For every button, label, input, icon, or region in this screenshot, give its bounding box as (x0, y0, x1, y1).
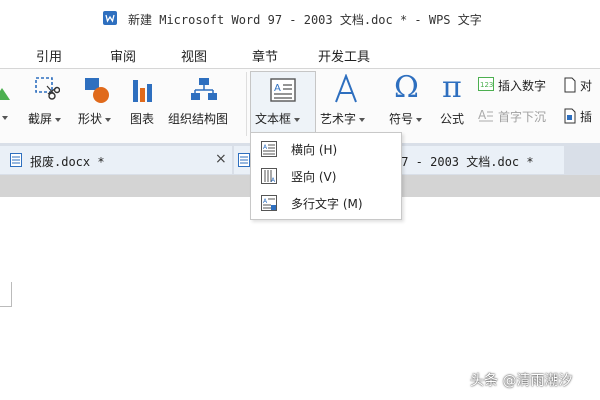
cutoff-right-button-top[interactable]: 对 (564, 75, 600, 95)
menu-item-multiline-label: 多行文字 (M) (291, 197, 363, 211)
menu-item-horizontal[interactable]: A 横向 (H) (251, 136, 401, 162)
menu-view[interactable]: 视图 (181, 46, 207, 65)
tab-document-1-label: 报废.docx * (30, 155, 105, 169)
chevron-down-icon (105, 117, 112, 122)
insert-number-label: 插入数字 (498, 79, 547, 93)
formula-button[interactable]: π 公式 (436, 70, 472, 132)
pi-icon: π (442, 70, 462, 105)
multiline-textbox-icon: A (261, 195, 277, 211)
page-margin-marker (0, 282, 12, 307)
svg-text:A: A (274, 83, 281, 94)
screenshot-scissors-icon (35, 77, 60, 100)
shapes-icon (85, 78, 109, 103)
menu-item-multiline[interactable]: A 多行文字 (M) (251, 190, 401, 216)
cutoff-label-bottom: 插 (580, 110, 593, 124)
svg-text:123: 123 (480, 81, 493, 89)
watermark-text: 头条 @清雨潮汐 (470, 373, 573, 389)
wps-writer-icon (103, 11, 117, 25)
org-chart-button[interactable]: 组织结构图 (166, 72, 242, 132)
doc-file-icon (238, 153, 250, 167)
textbox-button[interactable]: A 文本框 (250, 71, 316, 137)
symbol-label: 符号 (389, 112, 414, 126)
chevron-down-icon (359, 117, 366, 122)
wordart-a-icon (335, 74, 357, 103)
svg-text:A: A (478, 108, 487, 122)
number-icon: 123 (478, 77, 494, 91)
insert-number-button[interactable]: 123 插入数字 (476, 75, 560, 95)
menu-item-vertical-label: 竖向 (V) (291, 170, 337, 184)
chart-label: 图表 (130, 112, 155, 126)
menu-developer[interactable]: 开发工具 (318, 46, 370, 65)
tab-document-1[interactable]: 报废.docx * × (0, 146, 232, 174)
horizontal-textbox-icon: A (261, 141, 277, 157)
doc-file-icon (10, 153, 22, 167)
dropcap-icon: A (478, 108, 493, 122)
org-chart-label: 组织结构图 (168, 112, 229, 126)
screenshot-label: 截屏 (28, 112, 53, 126)
menu-bar: 引用 审阅 视图 章节 开发工具 (0, 40, 600, 69)
cutoff-label-top: 对 (580, 79, 593, 93)
menu-item-horizontal-label: 横向 (H) (291, 143, 338, 157)
omega-icon: Ω (394, 70, 419, 105)
chart-button[interactable]: 图表 (126, 72, 162, 132)
textbox-dropdown-menu: A 横向 (H) A 竖向 (V) A 多行文字 (M) (250, 132, 402, 220)
chevron-down-icon (416, 117, 423, 122)
textbox-icon: A (270, 78, 296, 102)
dropcap-button[interactable]: A 首字下沉 (476, 106, 560, 126)
wordart-button[interactable]: 艺术字 (318, 72, 374, 132)
shape-button[interactable]: 形状 (75, 72, 123, 132)
cutoff-right-button-bottom[interactable]: 插 (564, 106, 600, 126)
dropcap-label: 首字下沉 (498, 110, 547, 124)
document-icon (564, 77, 576, 93)
ribbon-separator (246, 72, 247, 136)
insert-object-icon (564, 108, 576, 124)
chevron-down-icon (294, 117, 301, 122)
menu-chapter[interactable]: 章节 (252, 46, 278, 65)
formula-label: 公式 (440, 112, 465, 126)
menu-review[interactable]: 审阅 (110, 46, 136, 65)
chevron-down-icon (55, 117, 62, 122)
screenshot-button[interactable]: 截屏 (26, 72, 70, 132)
picture-icon (0, 88, 10, 100)
shape-label: 形状 (78, 112, 103, 126)
menu-item-vertical[interactable]: A 竖向 (V) (251, 163, 401, 189)
window-title: 新建 Microsoft Word 97 - 2003 文档.doc * - W… (128, 13, 482, 27)
close-icon[interactable]: × (215, 151, 227, 167)
vertical-textbox-icon: A (261, 168, 277, 184)
wordart-label: 艺术字 (320, 112, 357, 126)
bar-chart-icon (133, 80, 152, 102)
title-bar: 新建 Microsoft Word 97 - 2003 文档.doc * - W… (0, 0, 600, 40)
tab-document-2-label: 97 - 2003 文档.doc * (394, 155, 534, 169)
cutoff-button[interactable] (0, 72, 22, 132)
menu-references[interactable]: 引用 (36, 46, 62, 65)
symbol-button[interactable]: Ω 符号 (386, 70, 430, 132)
textbox-label: 文本框 (255, 112, 292, 126)
org-chart-icon (191, 78, 217, 100)
